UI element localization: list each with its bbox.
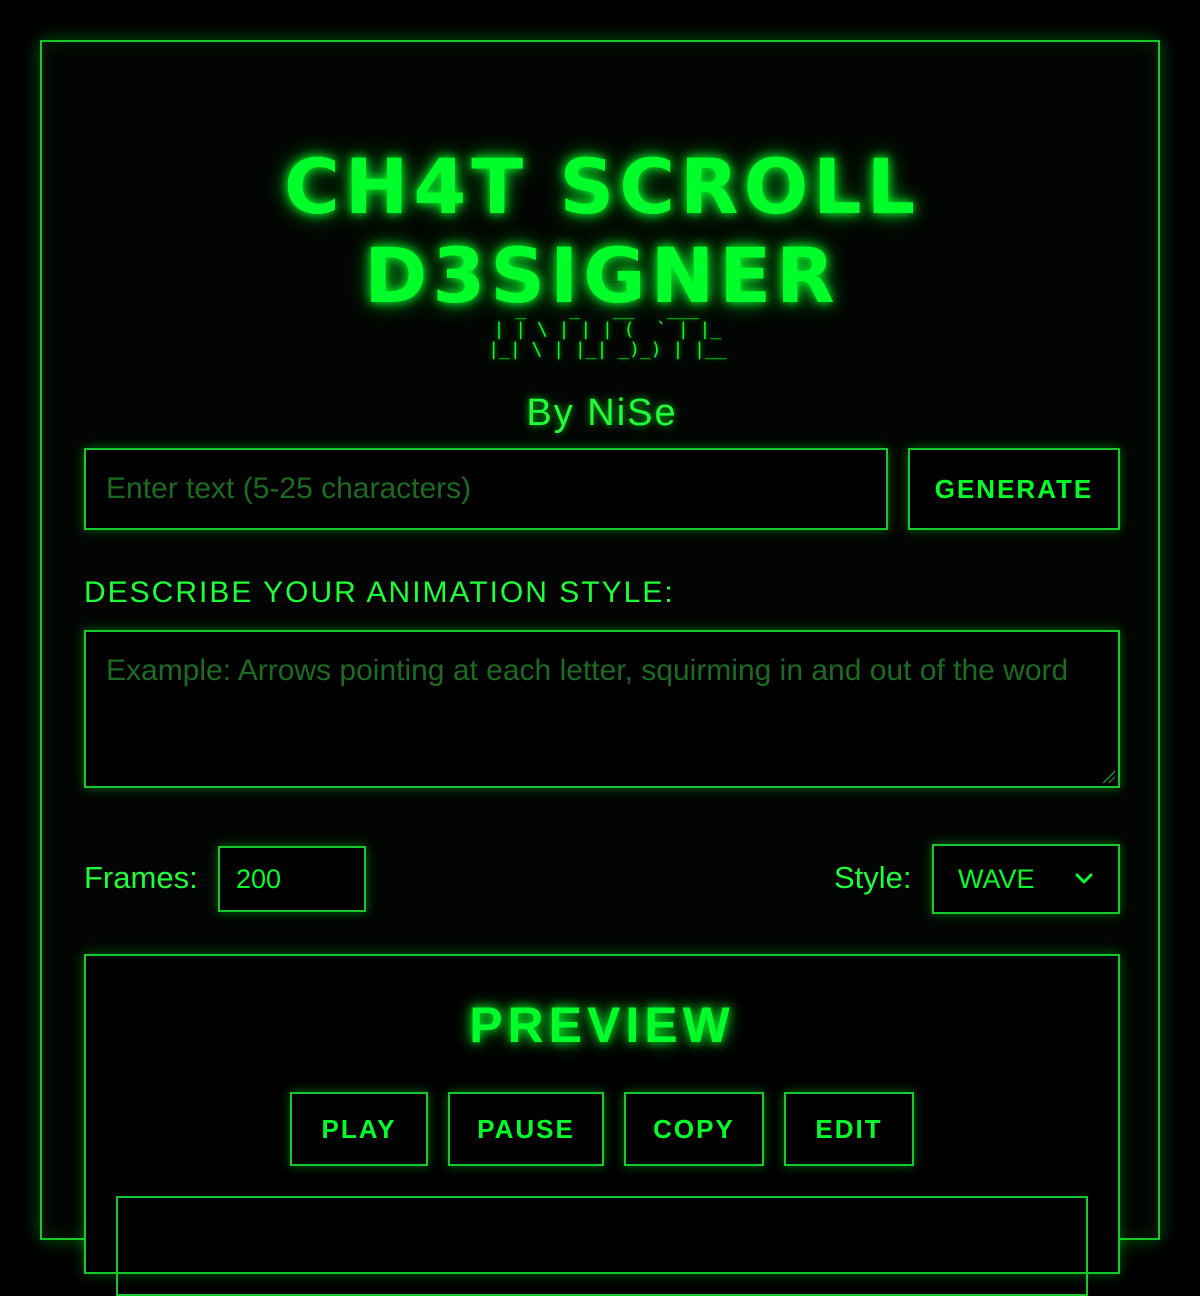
preview-panel: PREVIEW PLAY PAUSE COPY EDIT	[84, 954, 1120, 1296]
frames-input[interactable]: 200	[218, 846, 366, 912]
edit-button[interactable]: EDIT	[784, 1092, 914, 1166]
ascii-logo: _ _ __ ___ | | \ | | | ( ` | |_ |_| \ | …	[488, 299, 727, 360]
animation-description-textarea[interactable]: Example: Arrows pointing at each letter,…	[84, 630, 1120, 788]
author-byline: By NiSe	[526, 392, 678, 434]
style-label: Style:	[834, 860, 912, 895]
app-panel: CH4T SCROLL D3SIGNER _ _ __ ___ | | \ | …	[40, 40, 1160, 1296]
chevron-down-icon	[1074, 869, 1094, 889]
frames-label: Frames:	[84, 860, 198, 895]
style-selected-value: WAVE	[958, 863, 1035, 894]
text-input-placeholder: Enter text (5-25 characters)	[106, 472, 472, 505]
description-label: DESCRIBE YOUR ANIMATION STYLE:	[84, 576, 675, 609]
resize-handle-icon[interactable]	[1101, 769, 1115, 783]
pause-button[interactable]: PAUSE	[448, 1092, 604, 1166]
page-title: CH4T SCROLL D3SIGNER	[283, 142, 921, 320]
preview-output	[116, 1196, 1088, 1296]
copy-button[interactable]: COPY	[624, 1092, 764, 1166]
description-placeholder: Example: Arrows pointing at each letter,…	[106, 654, 1069, 687]
preview-title: PREVIEW	[469, 997, 735, 1053]
generate-button[interactable]: GENERATE	[908, 448, 1120, 530]
play-button[interactable]: PLAY	[290, 1092, 428, 1166]
style-select[interactable]: WAVE	[932, 844, 1120, 914]
text-input[interactable]: Enter text (5-25 characters)	[84, 448, 888, 530]
